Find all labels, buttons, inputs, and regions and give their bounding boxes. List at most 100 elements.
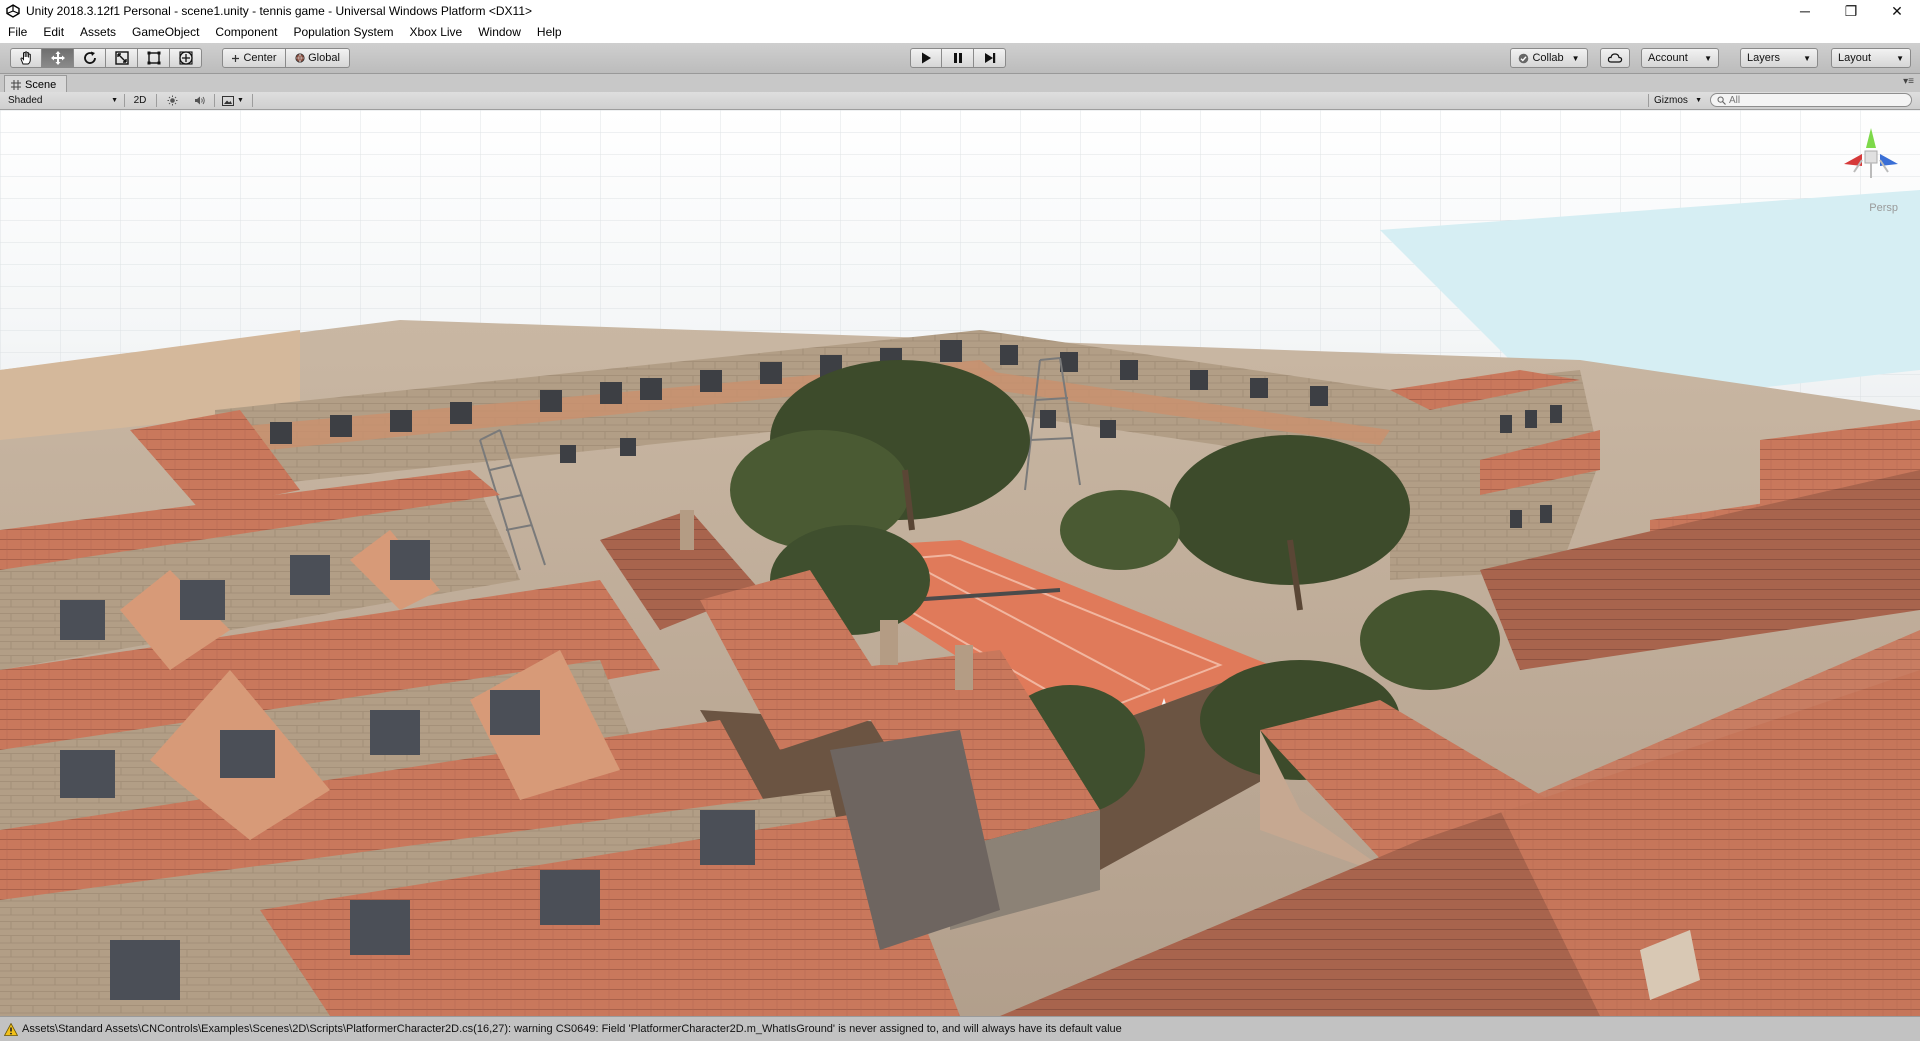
maximize-button[interactable]: ❐ xyxy=(1828,0,1874,22)
scale-tool-button[interactable] xyxy=(106,48,138,68)
transform-combined-icon xyxy=(178,51,193,65)
step-icon xyxy=(984,53,995,63)
transform-tool-button[interactable] xyxy=(170,48,202,68)
handle-toggles: Center Global xyxy=(222,48,350,68)
rotate-tool-button[interactable] xyxy=(74,48,106,68)
separator xyxy=(214,94,215,107)
play-button[interactable] xyxy=(910,48,942,68)
pause-icon xyxy=(953,53,962,63)
main-toolbar: Center Global Collab ▼ Account ▼ Layers … xyxy=(0,43,1920,74)
scene-search-input[interactable]: All xyxy=(1710,93,1912,107)
space-label: Global xyxy=(308,52,340,64)
title-bar: Unity 2018.3.12f1 Personal - scene1.unit… xyxy=(0,0,1920,22)
menu-population-system[interactable]: Population System xyxy=(285,22,401,43)
space-global-toggle[interactable]: Global xyxy=(286,48,350,68)
scene-viewport[interactable]: Persp xyxy=(0,110,1920,1016)
scene-tab-bar: Scene ▾≡ xyxy=(0,74,1920,93)
layers-dropdown[interactable]: Layers ▼ xyxy=(1740,48,1818,68)
layout-dropdown[interactable]: Layout ▼ xyxy=(1831,48,1911,68)
rect-tool-button[interactable] xyxy=(138,48,170,68)
layout-group: Layout ▼ xyxy=(1831,48,1911,68)
menu-bar: File Edit Assets GameObject Component Po… xyxy=(0,22,1920,43)
warning-icon xyxy=(4,1022,18,1036)
scene-view-controls: Shaded ▼ 2D ▼ Gizmos ▼ All xyxy=(0,92,1920,110)
move-arrows-icon xyxy=(50,51,65,65)
account-label: Account xyxy=(1648,52,1688,64)
pivot-label: Center xyxy=(243,52,277,64)
right-toolbar: Collab ▼ xyxy=(1510,48,1588,68)
speaker-icon xyxy=(195,96,205,105)
audio-toggle[interactable] xyxy=(190,93,210,108)
rect-transform-icon xyxy=(147,51,160,65)
transform-tools xyxy=(10,48,202,68)
pivot-center-toggle[interactable]: Center xyxy=(222,48,286,68)
gizmos-dropdown[interactable]: Gizmos ▼ xyxy=(1654,93,1702,108)
search-icon xyxy=(1717,96,1726,105)
account-dropdown[interactable]: Account ▼ xyxy=(1641,48,1719,68)
shading-mode-dropdown[interactable]: Shaded ▼ xyxy=(6,93,122,108)
hand-icon xyxy=(20,51,31,65)
menu-component[interactable]: Component xyxy=(207,22,285,43)
scene-tab[interactable]: Scene xyxy=(4,75,68,93)
menu-edit[interactable]: Edit xyxy=(35,22,72,43)
play-icon xyxy=(922,52,931,64)
window-title: Unity 2018.3.12f1 Personal - scene1.unit… xyxy=(26,4,533,18)
layout-label: Layout xyxy=(1838,52,1872,64)
dropdown-arrow-icon: ▼ xyxy=(1704,53,1712,63)
shading-mode-label: Shaded xyxy=(8,95,43,106)
separator xyxy=(156,94,157,107)
orientation-gizmo[interactable] xyxy=(1836,122,1906,206)
gizmo-center[interactable] xyxy=(1864,150,1878,164)
scene-tab-label: Scene xyxy=(25,78,57,91)
scale-icon xyxy=(114,51,129,65)
collab-dropdown[interactable]: Collab ▼ xyxy=(1510,48,1588,68)
close-button[interactable]: ✕ xyxy=(1874,0,1920,22)
minimize-button[interactable]: ─ xyxy=(1782,0,1828,22)
menu-file[interactable]: File xyxy=(0,22,35,43)
account-group: Account ▼ xyxy=(1641,48,1719,68)
hand-tool-button[interactable] xyxy=(10,48,42,68)
play-controls xyxy=(910,48,1006,68)
checkmark-circle-icon xyxy=(1519,53,1529,63)
layers-group: Layers ▼ xyxy=(1740,48,1818,68)
pause-button[interactable] xyxy=(942,48,974,68)
separator xyxy=(252,94,253,107)
search-placeholder: All xyxy=(1729,94,1741,106)
dropdown-arrow-icon: ▼ xyxy=(111,97,118,104)
sun-icon xyxy=(167,95,177,106)
menu-window[interactable]: Window xyxy=(470,22,529,43)
dropdown-arrow-icon: ▼ xyxy=(1896,53,1904,63)
panel-menu-icon[interactable]: ▾≡ xyxy=(1903,76,1914,87)
scene-render xyxy=(0,110,1920,1016)
cloud-services-button[interactable] xyxy=(1600,48,1630,68)
separator xyxy=(1648,94,1649,107)
dropdown-arrow-icon: ▼ xyxy=(1571,53,1580,63)
dropdown-arrow-icon: ▼ xyxy=(1695,97,1702,104)
unity-logo-icon xyxy=(6,4,20,18)
effects-dropdown[interactable]: ▼ xyxy=(218,93,248,108)
globe-icon xyxy=(295,53,305,63)
pivot-icon xyxy=(232,54,240,62)
console-status-bar[interactable]: Assets\Standard Assets\CNControls\Exampl… xyxy=(0,1016,1920,1041)
perspective-label[interactable]: Persp xyxy=(1869,202,1898,214)
step-button[interactable] xyxy=(974,48,1006,68)
menu-gameobject[interactable]: GameObject xyxy=(124,22,207,43)
status-message: Assets\Standard Assets\CNControls\Exampl… xyxy=(22,1023,1122,1035)
lighting-toggle[interactable] xyxy=(162,93,182,108)
layers-label: Layers xyxy=(1747,52,1781,64)
move-tool-button[interactable] xyxy=(42,48,74,68)
scene-grid-icon xyxy=(11,79,21,90)
dropdown-arrow-icon: ▼ xyxy=(1803,53,1811,63)
menu-help[interactable]: Help xyxy=(529,22,570,43)
menu-xbox-live[interactable]: Xbox Live xyxy=(402,22,471,43)
gizmos-label: Gizmos xyxy=(1654,95,1688,106)
toggle-2d-label: 2D xyxy=(133,95,147,106)
separator xyxy=(124,94,125,107)
collab-label: Collab xyxy=(1532,52,1564,64)
menu-assets[interactable]: Assets xyxy=(72,22,124,43)
gizmo-y-axis[interactable] xyxy=(1866,128,1876,148)
toggle-2d-button[interactable]: 2D xyxy=(130,93,150,108)
cloud-icon xyxy=(1607,53,1623,63)
rotate-icon xyxy=(83,51,96,64)
dropdown-arrow-icon: ▼ xyxy=(237,97,244,104)
